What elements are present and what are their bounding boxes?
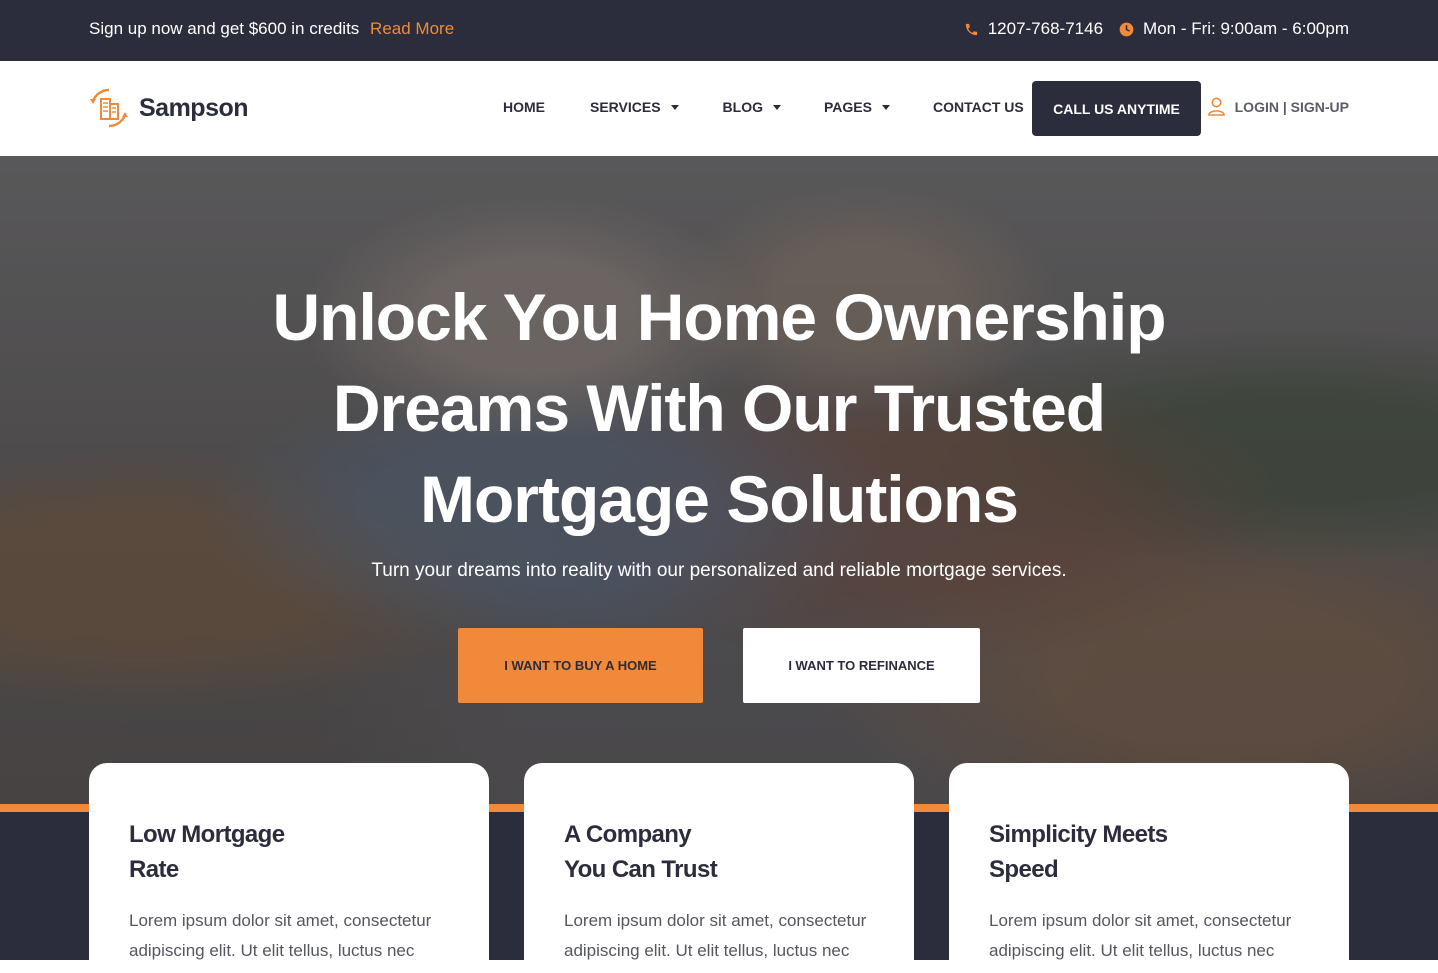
feature-title-line: Rate — [129, 856, 179, 883]
user-icon — [1207, 97, 1225, 116]
feature-title-line: You Can Trust — [564, 856, 718, 883]
chevron-down-icon — [670, 104, 679, 110]
nav-contact-label: CONTACT US — [932, 99, 1024, 115]
feature-text: Lorem ipsum dolor sit amet, consectetur … — [564, 911, 867, 960]
feature-text: Lorem ipsum dolor sit amet, consectetur … — [989, 911, 1292, 960]
feature-title-line: Simplicity Meets — [989, 821, 1168, 848]
login-signup-link[interactable]: LOGIN | SIGN-UP — [1207, 97, 1349, 116]
business-hours: Mon - Fri: 9:00am - 6:00pm — [1143, 19, 1349, 38]
feature-card: Low Mortgage Rate Lorem ipsum dolor sit … — [89, 763, 489, 973]
nav-blog-label: BLOG — [722, 99, 763, 115]
call-us-button[interactable]: CALL US ANYTIME — [1032, 81, 1201, 136]
hero-title: Unlock You Home Ownership Dreams With Ou… — [272, 280, 1166, 536]
feature-title-line: Low Mortgage — [129, 821, 285, 848]
hero-section: Unlock You Home Ownership Dreams With Ou… — [0, 156, 1438, 806]
hours-info: Mon - Fri: 9:00am - 6:00pm — [1119, 19, 1349, 39]
chevron-down-icon — [773, 104, 781, 110]
contact-info: 1207-768-7146 Mon - Fri: 9:00am - 6:00pm — [948, 19, 1349, 39]
feature-title: Low Mortgage Rate — [129, 817, 449, 887]
promo-text: Sign up now and get $600 in credits — [89, 19, 360, 38]
promo: Sign up now and get $600 in credits Read… — [89, 19, 454, 39]
feature-text: Lorem ipsum dolor sit amet, consectetur … — [129, 911, 432, 960]
read-more-link[interactable]: Read More — [370, 19, 454, 38]
hero-subtitle: Turn your dreams into reality with our p… — [371, 560, 1067, 581]
feature-title-line: A Company — [564, 821, 692, 848]
buy-home-button[interactable]: I WANT TO BUY A HOME — [458, 628, 703, 703]
nav-services[interactable]: SERVICES — [590, 99, 679, 115]
login-label: LOGIN | SIGN-UP — [1234, 98, 1349, 115]
clock-icon — [1119, 22, 1134, 36]
refinance-button[interactable]: I WANT TO REFINANCE — [743, 628, 980, 703]
feature-title-line: Speed — [989, 856, 1059, 883]
nav-services-label: SERVICES — [590, 99, 661, 115]
phone-icon — [965, 23, 977, 35]
main-header: Sampson HOME SERVICES BLOG PAGES CONTACT… — [0, 61, 1438, 156]
nav-home[interactable]: HOME — [503, 99, 545, 115]
phone-info[interactable]: 1207-768-7146 — [964, 19, 1103, 39]
feature-title: A Company You Can Trust — [564, 817, 874, 887]
logo-icon — [90, 88, 128, 128]
feature-card: Simplicity Meets Speed Lorem ipsum dolor… — [949, 763, 1349, 973]
brand-name: Sampson — [139, 93, 249, 122]
phone-number: 1207-768-7146 — [987, 19, 1104, 38]
feature-card: A Company You Can Trust Lorem ipsum dolo… — [524, 763, 914, 973]
feature-title: Simplicity Meets Speed — [989, 817, 1309, 887]
nav-pages-label: PAGES — [824, 99, 872, 115]
nav-home-label: HOME — [503, 99, 545, 115]
top-bar: Sign up now and get $600 in credits Read… — [0, 0, 1438, 61]
logo[interactable]: Sampson — [89, 87, 249, 129]
chevron-down-icon — [881, 104, 890, 110]
nav-blog[interactable]: BLOG — [723, 99, 781, 115]
nav-pages[interactable]: PAGES — [824, 99, 890, 115]
main-nav: HOME SERVICES BLOG PAGES CONTACT US — [503, 99, 1024, 115]
nav-contact[interactable]: CONTACT US — [933, 99, 1024, 115]
